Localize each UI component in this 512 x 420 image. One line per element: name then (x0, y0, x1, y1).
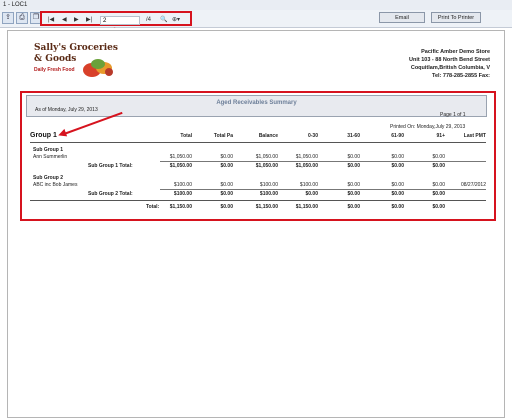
zoom-icon[interactable]: ⊕▾ (172, 17, 180, 24)
cell: $1,150.00 (169, 204, 192, 210)
cell: $0.00 (391, 182, 404, 188)
cell: $0.00 (432, 191, 445, 197)
next-page-icon[interactable]: ▶ (74, 17, 79, 24)
cell: $100.00 (299, 182, 318, 188)
cell: $0.00 (432, 154, 445, 160)
subtotal-rule (160, 161, 486, 162)
cell: $0.00 (347, 154, 360, 160)
email-button[interactable]: Email (379, 12, 425, 23)
grand-total-row: $1,150.00 $0.00 $1,150.00 $1,150.00 $0.0… (0, 204, 512, 211)
report-page-info: Page 1 of 1 (440, 112, 466, 118)
cell: $0.00 (305, 191, 318, 197)
cell: $0.00 (220, 204, 233, 210)
cell: $0.00 (391, 163, 404, 169)
cell: $100.00 (259, 191, 278, 197)
subtotal-row: $1,050.00 $0.00 $1,050.00 $1,050.00 $0.0… (0, 163, 512, 170)
cell: $0.00 (432, 163, 445, 169)
store-address1: Unit 103 - 88 North Bend Street (409, 57, 490, 63)
cell: $1,150.00 (255, 204, 278, 210)
table-row: $1,050.00 $0.00 $1,050.00 $1,050.00 $0.0… (0, 154, 512, 161)
cell: $1,050.00 (255, 154, 278, 160)
col-31-60: 31-60 (347, 133, 360, 139)
subtotal-row: $100.00 $0.00 $100.00 $0.00 $0.00 $0.00 … (0, 191, 512, 198)
col-91-plus: 91+ (436, 133, 445, 139)
cell: $0.00 (220, 163, 233, 169)
col-total-paid: Total Pa (213, 133, 233, 139)
cell: $0.00 (220, 182, 233, 188)
search-icon[interactable]: 🔍 (160, 17, 167, 24)
report-printed-on: Printed On: Monday,July 29, 2013 (390, 124, 466, 130)
cell: $0.00 (391, 204, 404, 210)
col-total: Total (180, 133, 192, 139)
store-phone: Tel: 778-285-2855 Fax: (432, 73, 490, 79)
cell: 08/27/2012 (460, 182, 486, 188)
print-to-printer-button[interactable]: Print To Printer (431, 12, 481, 23)
table-row: $100.00 $0.00 $100.00 $100.00 $0.00 $0.0… (0, 182, 512, 189)
cell: $100.00 (173, 182, 192, 188)
cell: $1,050.00 (169, 163, 192, 169)
prev-page-icon[interactable]: ◀ (62, 17, 67, 24)
report-as-of: As of Monday, July 29, 2013 (35, 107, 98, 113)
cell: $0.00 (432, 204, 445, 210)
subgroup-title: Sub Group 2 (33, 175, 63, 181)
column-headers: Total Total Pa Balance 0-30 31-60 61-90 … (0, 133, 512, 141)
cell: $1,050.00 (169, 154, 192, 160)
cell: $0.00 (220, 154, 233, 160)
last-page-icon[interactable]: ▶| (86, 17, 92, 24)
cell: $0.00 (347, 191, 360, 197)
cell: $0.00 (347, 182, 360, 188)
store-logo: Sally's Groceries & Goods Daily Fresh Fo… (34, 43, 118, 77)
cell: $1,050.00 (295, 163, 318, 169)
subgroup-title: Sub Group 1 (33, 147, 63, 153)
store-name: Pacific Amber Demo Store (421, 49, 490, 55)
cell: $0.00 (432, 182, 445, 188)
logo-line1: Sally's Groceries (34, 43, 118, 53)
cell: $1,050.00 (295, 154, 318, 160)
produce-illustration (83, 59, 113, 77)
report-header-band: Aged Receivables Summary As of Monday, J… (26, 95, 487, 117)
page-total: /4 (146, 17, 152, 23)
cell: $0.00 (220, 191, 233, 197)
export-icon[interactable]: ⇪ (2, 12, 14, 24)
store-info: Pacific Amber Demo Store Unit 103 - 88 N… (380, 48, 490, 80)
cell: $100.00 (173, 191, 192, 197)
col-balance: Balance (258, 133, 278, 139)
cell: $0.00 (347, 163, 360, 169)
cell: $0.00 (347, 204, 360, 210)
report-toolbar: ⇪ ⎙ ❐ |◀ ◀ ▶ ▶| 2 /4 🔍 ⊕▾ Email Print To… (0, 10, 512, 28)
window-tab-title: 1 - LOC1 (3, 2, 28, 8)
col-0-30: 0-30 (307, 133, 318, 139)
report-page (7, 30, 505, 418)
col-61-90: 61-90 (391, 133, 404, 139)
header-rule (30, 142, 486, 143)
col-last-pmt: Last PMT (463, 133, 486, 139)
print-icon[interactable]: ⎙ (16, 12, 28, 24)
cell: $0.00 (391, 191, 404, 197)
grand-total-rule (30, 200, 486, 201)
store-address2: Coquitlam,British Columbia, V (410, 65, 490, 71)
report-title: Aged Receivables Summary (216, 100, 297, 106)
cell: $1,150.00 (295, 204, 318, 210)
cell: $100.00 (259, 182, 278, 188)
cell: $1,050.00 (255, 163, 278, 169)
cell: $0.00 (391, 154, 404, 160)
page-number-input[interactable]: 2 (100, 16, 140, 25)
subtotal-rule (160, 189, 486, 190)
first-page-icon[interactable]: |◀ (48, 17, 54, 24)
